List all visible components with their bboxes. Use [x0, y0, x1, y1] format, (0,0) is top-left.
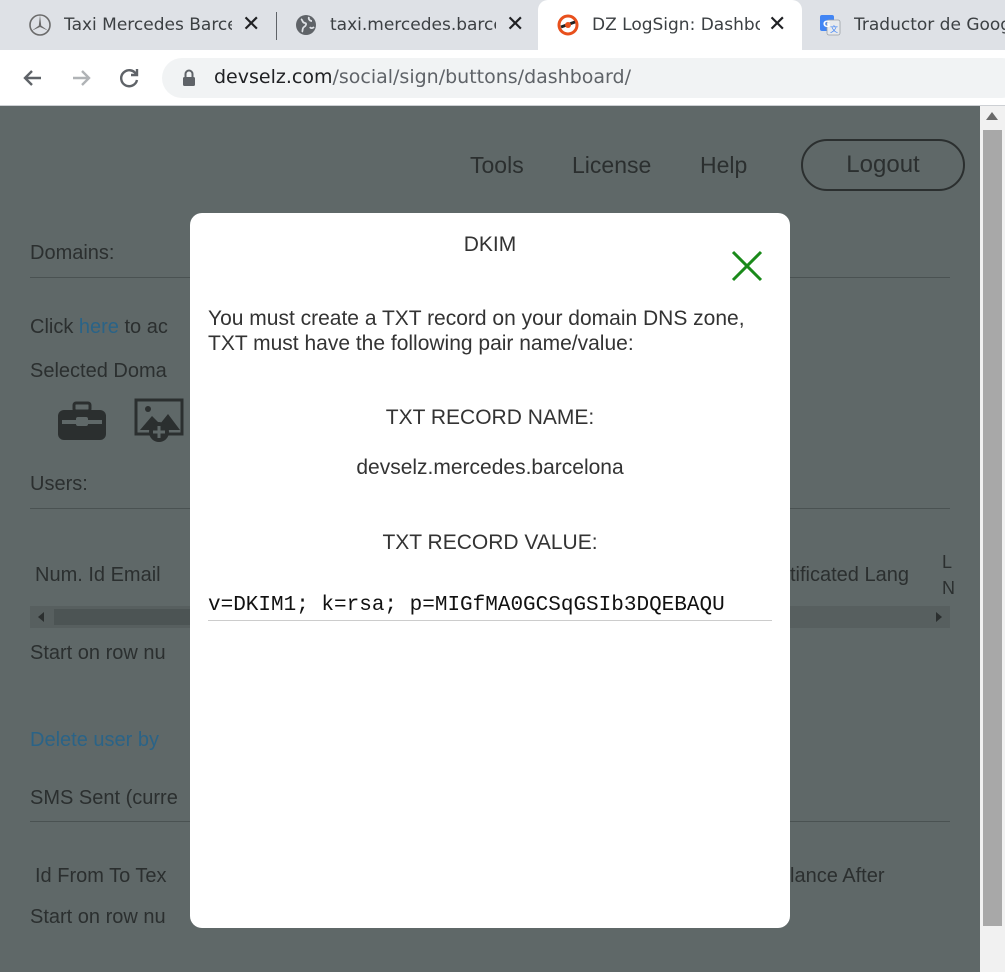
nav-license[interactable]: License — [572, 152, 651, 179]
page-scrollbar[interactable] — [980, 106, 1005, 972]
click-suffix: to ac — [118, 316, 168, 338]
users-table-header-edge: L — [942, 552, 953, 572]
nav-help[interactable]: Help — [700, 152, 747, 179]
scrollbar-thumb[interactable] — [983, 130, 1002, 926]
nav-tools[interactable]: Tools — [470, 152, 524, 179]
dkim-modal: DKIM You must create a TXT record on you… — [190, 213, 790, 928]
forward-arrow-icon[interactable] — [65, 62, 97, 94]
start-on-row-text: Start on row nu — [30, 642, 166, 664]
tab-taxi-mercedes-site[interactable]: taxi.mercedes.barcelona ✕ — [268, 0, 536, 50]
close-tab-icon[interactable]: ✕ — [506, 12, 524, 37]
scroll-right-icon[interactable] — [936, 612, 942, 622]
lock-icon[interactable] — [182, 69, 196, 87]
tab-title: Traductor de Google — [854, 15, 1005, 35]
sms-table-header-right: lance After — [790, 865, 885, 887]
scroll-up-icon[interactable] — [986, 112, 998, 120]
tab-title: Taxi Mercedes Barcelona — [64, 15, 232, 35]
toolbox-icon[interactable] — [56, 400, 108, 446]
reload-icon[interactable] — [113, 62, 145, 94]
sms-table-header-left: Id From To Tex — [35, 865, 167, 887]
address-bar[interactable]: devselz.com/social/sign/buttons/dashboar… — [162, 58, 1005, 98]
delete-user-link[interactable]: Delete user by — [30, 729, 159, 752]
modal-description: You must create a TXT record on your dom… — [208, 307, 745, 355]
tab-taxi-mercedes[interactable]: Taxi Mercedes Barcelona ✕ — [0, 0, 272, 50]
close-tab-icon[interactable]: ✕ — [768, 12, 786, 37]
domains-label: Domains: — [30, 242, 115, 264]
add-domain-text: Click here to ac — [30, 316, 168, 339]
users-table-header-right: tificated Lang — [790, 564, 909, 586]
browser-toolbar: devselz.com/social/sign/buttons/dashboar… — [0, 50, 1005, 106]
txt-record-value-label: TXT RECORD VALUE: — [382, 531, 598, 554]
tab-title: DZ LogSign: Dashboard — [592, 15, 760, 35]
sms-sent-label: SMS Sent (curre — [30, 787, 178, 809]
tab-dz-logsign[interactable]: DZ LogSign: Dashboard ✕ — [538, 0, 802, 50]
txt-record-name-value: devselz.mercedes.barcelona — [356, 456, 624, 479]
tab-strip: Taxi Mercedes Barcelona ✕ taxi.mercedes.… — [0, 0, 1005, 50]
back-arrow-icon[interactable] — [17, 62, 49, 94]
url-text: devselz.com/social/sign/buttons/dashboar… — [214, 66, 631, 88]
modal-title: DKIM — [463, 233, 517, 256]
start-on-row-text: Start on row nu — [30, 906, 166, 928]
url-path: /social/sign/buttons/dashboard/ — [332, 66, 631, 88]
logout-button[interactable]: Logout — [801, 139, 965, 191]
close-tab-icon[interactable]: ✕ — [242, 12, 260, 37]
svg-text:文: 文 — [830, 24, 838, 34]
txt-record-name-label: TXT RECORD NAME: — [385, 406, 595, 429]
add-image-icon[interactable] — [134, 398, 186, 448]
scroll-left-icon[interactable] — [38, 612, 44, 622]
close-icon[interactable] — [728, 247, 766, 285]
google-translate-icon: G文 — [818, 13, 842, 37]
txt-record-value-field[interactable] — [208, 591, 772, 621]
mercedes-logo-icon — [28, 13, 52, 37]
tab-google-translate[interactable]: G文 Traductor de Google — [802, 0, 1005, 50]
selected-domain-label: Selected Doma — [30, 360, 167, 382]
tab-title: taxi.mercedes.barcelona — [330, 15, 496, 35]
dz-logsign-icon — [556, 13, 580, 37]
users-table-header-edge: N — [942, 578, 955, 598]
users-table-header-left: Num. Id Email — [35, 564, 161, 586]
url-host: devselz.com — [214, 66, 333, 88]
users-label: Users: — [30, 473, 88, 495]
click-prefix: Click — [30, 316, 79, 338]
globe-icon — [294, 13, 318, 37]
here-link[interactable]: here — [79, 316, 119, 338]
